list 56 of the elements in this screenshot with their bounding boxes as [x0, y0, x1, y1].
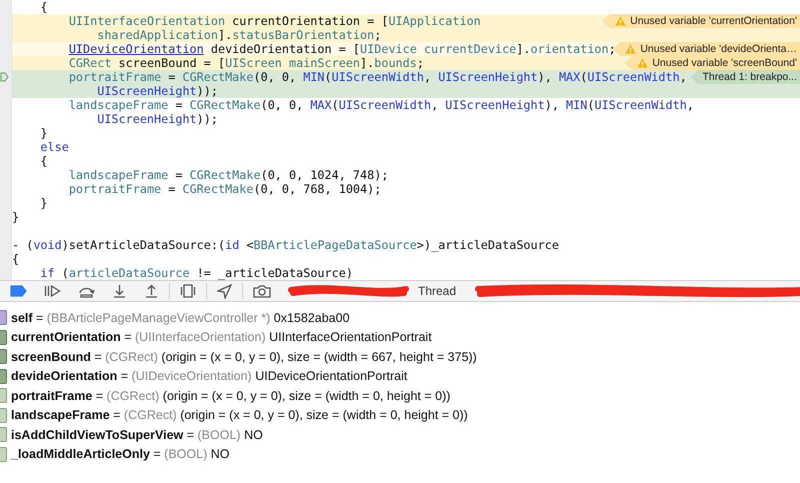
variable-name: devideOrientation = [11, 369, 128, 384]
variable-type: (CGRect) [122, 408, 178, 422]
variable-value: (origin = (x = 0, y = 0), size = (width = 667, height = 375)) [161, 350, 477, 364]
code-line: portraitFrame = CGRectMake(0, 0, 768, 1004); [68, 182, 382, 196]
variable-value: (origin = (x = 0, y = 0), size = (width = 0, height = 0)) [180, 408, 468, 422]
variable-type: (UIInterfaceOrientation) [134, 330, 267, 344]
code-line: - (void)setArticleDataSource:(id <BBArticlePageDataSource>)_articleDataSource [12, 238, 559, 252]
code-line: if (articleDataSource != _articleDataSource) [40, 266, 353, 280]
step-out-icon[interactable] [144, 284, 159, 298]
view-hierarchy-icon[interactable] [180, 284, 196, 298]
warning-annotation[interactable]: Unused variable 'currentOrientation' [602, 14, 800, 28]
variable-name: currentOrientation = [11, 330, 132, 344]
continue-icon[interactable] [44, 285, 61, 297]
variable-type: (BBArticlePageManageViewController *) [46, 310, 272, 325]
variable-type: (BOOL) [163, 447, 208, 462]
variable-value: NO [244, 428, 263, 442]
variable-name: _loadMiddleArticleOnly = [11, 447, 161, 462]
warning-icon [615, 16, 626, 26]
code-line: portraitFrame = CGRectMake(0, 0, MIN(UIScreenWidth, UIScreenHeight), MAX(UIScreenWidth, [68, 70, 687, 84]
variable-name: self = [11, 310, 44, 325]
thread-label[interactable]: Thread [418, 284, 456, 298]
code-line: } [40, 196, 48, 210]
code-line: { [40, 0, 48, 14]
location-arrow-icon[interactable] [217, 284, 232, 298]
variable-value: 0x1582aba00 [274, 310, 350, 325]
code-line: } [40, 126, 48, 140]
code-line: else [40, 140, 69, 154]
camera-icon[interactable] [253, 284, 271, 298]
variable-type: (BOOL) [196, 428, 242, 442]
variable-value: NO [210, 447, 230, 462]
code-line: UIInterfaceOrientation currentOrientation = [UIApplication [68, 14, 481, 28]
variable-name: isAddChildViewToSuperView = [11, 428, 194, 442]
step-into-icon[interactable] [112, 284, 127, 298]
code-line: { [40, 154, 48, 168]
variable-name: landscapeFrame = [11, 408, 120, 422]
warning-annotation[interactable]: Unused variable 'screenBound' [624, 56, 800, 70]
variable-value: (origin = (x = 0, y = 0), size = (width = 0, height = 0)) [162, 388, 450, 403]
code-line: landscapeFrame = CGRectMake(0, 0, MAX(UIScreenWidth, UIScreenHeight), MIN(UIScreenWidth, [68, 98, 694, 112]
variable-type: (CGRect) [104, 350, 159, 364]
variable-name: portraitFrame = [11, 388, 104, 403]
warning-icon [625, 44, 636, 54]
code-line: sharedApplication].statusBarOrientation; [97, 28, 382, 42]
code-line: { [12, 252, 20, 266]
variable-name: screenBound = [11, 350, 102, 364]
variable-type: (CGRect) [106, 388, 160, 403]
breakpoints-toggle[interactable] [10, 285, 27, 297]
code-line: UIScreenHeight)); [97, 112, 218, 126]
code-line: landscapeFrame = CGRectMake(0, 0, 1024, 748); [68, 168, 388, 182]
variable-value: UIInterfaceOrientationPortrait [269, 330, 432, 344]
variable-value: UIDeviceOrientationPortrait [255, 369, 408, 384]
warning-icon [637, 58, 648, 68]
variable-type: (UIDeviceOrientation) [130, 369, 253, 384]
code-line: } [12, 210, 20, 224]
code-line: CGRect screenBound = [UIScreen mainScreen].bounds; [68, 56, 424, 70]
thread-annotation[interactable]: Thread 1: breakpo... [690, 70, 800, 84]
code-line: UIScreenHeight)); [97, 84, 218, 98]
